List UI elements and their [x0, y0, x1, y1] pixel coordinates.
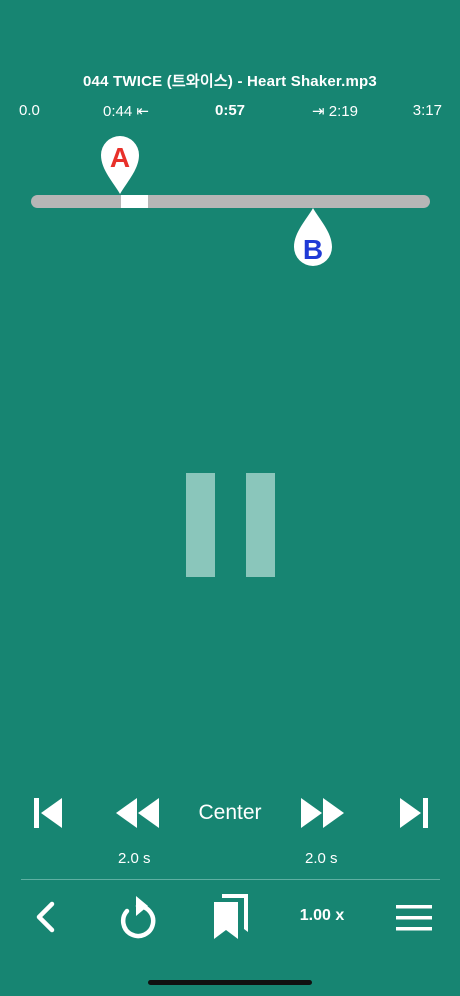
center-button[interactable]: Center — [180, 796, 280, 830]
rewind-step-label: 2.0 s — [118, 850, 151, 867]
bookmarks-button[interactable] — [206, 892, 254, 942]
b-marker-pin[interactable]: B — [294, 207, 332, 271]
bookmarks-icon — [214, 894, 248, 939]
fast-forward-button[interactable] — [298, 794, 348, 832]
pause-icon-bar — [246, 473, 275, 577]
skip-next-icon — [400, 798, 428, 828]
replay-icon — [121, 896, 156, 939]
chevron-left-icon — [36, 901, 55, 933]
seek-track[interactable] — [31, 195, 430, 208]
toolbar-divider — [21, 879, 440, 880]
b-marker-label: B — [303, 234, 323, 265]
b-point-time[interactable]: ⇥ 2:19 — [312, 102, 358, 122]
menu-button[interactable] — [392, 900, 436, 936]
end-time: 3:17 — [412, 102, 442, 119]
rewind-button[interactable] — [112, 794, 162, 832]
current-time: 0:57 — [214, 102, 246, 119]
pause-button[interactable] — [186, 473, 275, 577]
playback-speed-button[interactable]: 1.00 x — [292, 904, 352, 928]
home-indicator[interactable] — [148, 980, 312, 985]
forward-step-label: 2.0 s — [305, 850, 338, 867]
replay-button[interactable] — [113, 891, 163, 943]
track-title: 044 TWICE (트와이스) - Heart Shaker.mp3 — [83, 73, 377, 90]
ab-repeat-player: 044 TWICE (트와이스) - Heart Shaker.mp3 0.0 … — [0, 0, 460, 996]
skip-next-button[interactable] — [394, 794, 436, 832]
rewind-icon — [116, 798, 159, 828]
a-marker-pin[interactable]: A — [101, 131, 139, 195]
pause-icon — [186, 473, 215, 577]
fast-forward-icon — [301, 798, 344, 828]
back-button[interactable] — [28, 898, 64, 936]
skip-previous-icon — [34, 798, 62, 828]
skip-previous-button[interactable] — [26, 794, 68, 832]
hamburger-menu-icon — [396, 905, 432, 931]
ab-loop-range — [121, 195, 148, 208]
a-marker-label: A — [110, 142, 130, 173]
